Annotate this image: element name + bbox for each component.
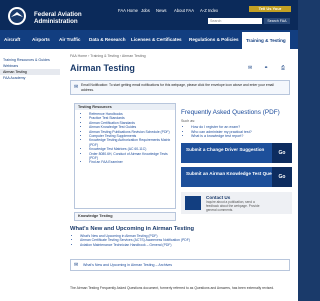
faq-question[interactable]: What is a knowledge test report? (191, 134, 252, 139)
nav-aircraft[interactable]: Aircraft (4, 37, 20, 42)
envelope-icon: ✉ (74, 262, 79, 268)
contact-icon (185, 196, 201, 210)
footer-text: The Airman Testing Frequently Asked Ques… (70, 286, 275, 290)
contact-box: Contact Us Inquire about a publication, … (181, 192, 292, 214)
nav-training-testing[interactable]: Training & Testing (242, 32, 290, 49)
nav-regulations[interactable]: Regulations & Policies (189, 37, 239, 42)
nav-airports[interactable]: Airports (32, 37, 50, 42)
feedback-button[interactable]: Tell Us Your (249, 6, 291, 12)
share-icon[interactable]: ⚭ (264, 65, 268, 71)
whats-new-link[interactable]: Aviation Maintenance Technician Handbook… (80, 243, 190, 247)
resource-link[interactable]: Knowledge Testing Authorization Requirem… (89, 138, 175, 147)
brand-name: Federal Aviation Administration (34, 11, 82, 25)
sidebar: Training Resources & Guides Webinars Air… (0, 57, 60, 81)
envelope-icon[interactable]: ✉ (248, 65, 252, 71)
top-link-az[interactable]: A-Z Index (200, 8, 218, 13)
top-bar: Federal Aviation Administration FAA Home… (0, 0, 298, 30)
go-button[interactable]: Go (272, 143, 292, 163)
alert-text: Email Notification: To start getting ema… (81, 83, 274, 92)
faq-subtitle: Such as: (181, 119, 195, 123)
go-button[interactable]: Go (272, 167, 292, 187)
cta-test-question[interactable]: Submit an Airman Knowledge Test Question… (181, 167, 292, 187)
search-button[interactable]: Search FAA (264, 18, 290, 24)
top-link-jobs[interactable]: Jobs (141, 8, 150, 13)
nav-data-research[interactable]: Data & Research (89, 37, 126, 42)
page-title: Airman Testing (70, 63, 135, 73)
breadcrumb[interactable]: FAA Home › Training & Testing › Airman T… (70, 54, 146, 58)
cta-change-driver[interactable]: Submit a Change Driver Suggestion Go (181, 143, 292, 163)
top-link-news[interactable]: News (156, 8, 166, 13)
faa-logo[interactable] (6, 6, 28, 26)
main-nav: Aircraft Airports Air Traffic Data & Res… (0, 30, 298, 49)
email-alert: ✉ Email Notification: To start getting e… (70, 80, 290, 95)
cta-label: Submit a Change Driver Suggestion (186, 147, 265, 152)
whats-new-list: What's New and Upcoming in Airman Testin… (74, 234, 190, 247)
faq-title[interactable]: Frequently Asked Questions (PDF) (181, 109, 280, 116)
accordion-knowledge-testing[interactable]: Knowledge Testing (74, 212, 176, 221)
page-tools: ✉ ⚭ ⎙ (245, 65, 290, 72)
search-input[interactable]: Search (208, 18, 262, 24)
page: Federal Aviation Administration FAA Home… (0, 0, 298, 301)
resource-link[interactable]: Order 8080.6H, Conduct of Airman Knowled… (89, 152, 175, 161)
whats-new-archive-box[interactable]: ✉ What's New and Upcoming in Airman Test… (70, 259, 290, 271)
print-icon[interactable]: ⎙ (281, 65, 285, 71)
faq-list: How do I register for an exam? Who can a… (185, 125, 252, 139)
nav-air-traffic[interactable]: Air Traffic (59, 37, 80, 42)
whats-new-title: What's New and Upcoming in Airman Testin… (70, 226, 195, 232)
top-link-faa-home[interactable]: FAA Home (118, 8, 138, 13)
top-link-about[interactable]: About FAA (174, 8, 194, 13)
contact-description: Inquire about a publication, send a feed… (206, 200, 260, 212)
resource-link[interactable]: Find an FAA Examiner (89, 160, 175, 164)
envelope-icon: ✉ (74, 84, 79, 90)
sidebar-item-faa-academy[interactable]: FAA Academy (0, 75, 60, 81)
nav-licenses[interactable]: Licenses & Certificates (131, 37, 182, 42)
cta-label: Submit an Airman Knowledge Test Question (186, 171, 283, 176)
archive-link[interactable]: What's New and Upcoming in Airman Testin… (83, 263, 172, 267)
testing-resources-panel: Testing Resources Reference Handbooks Pr… (74, 103, 176, 209)
